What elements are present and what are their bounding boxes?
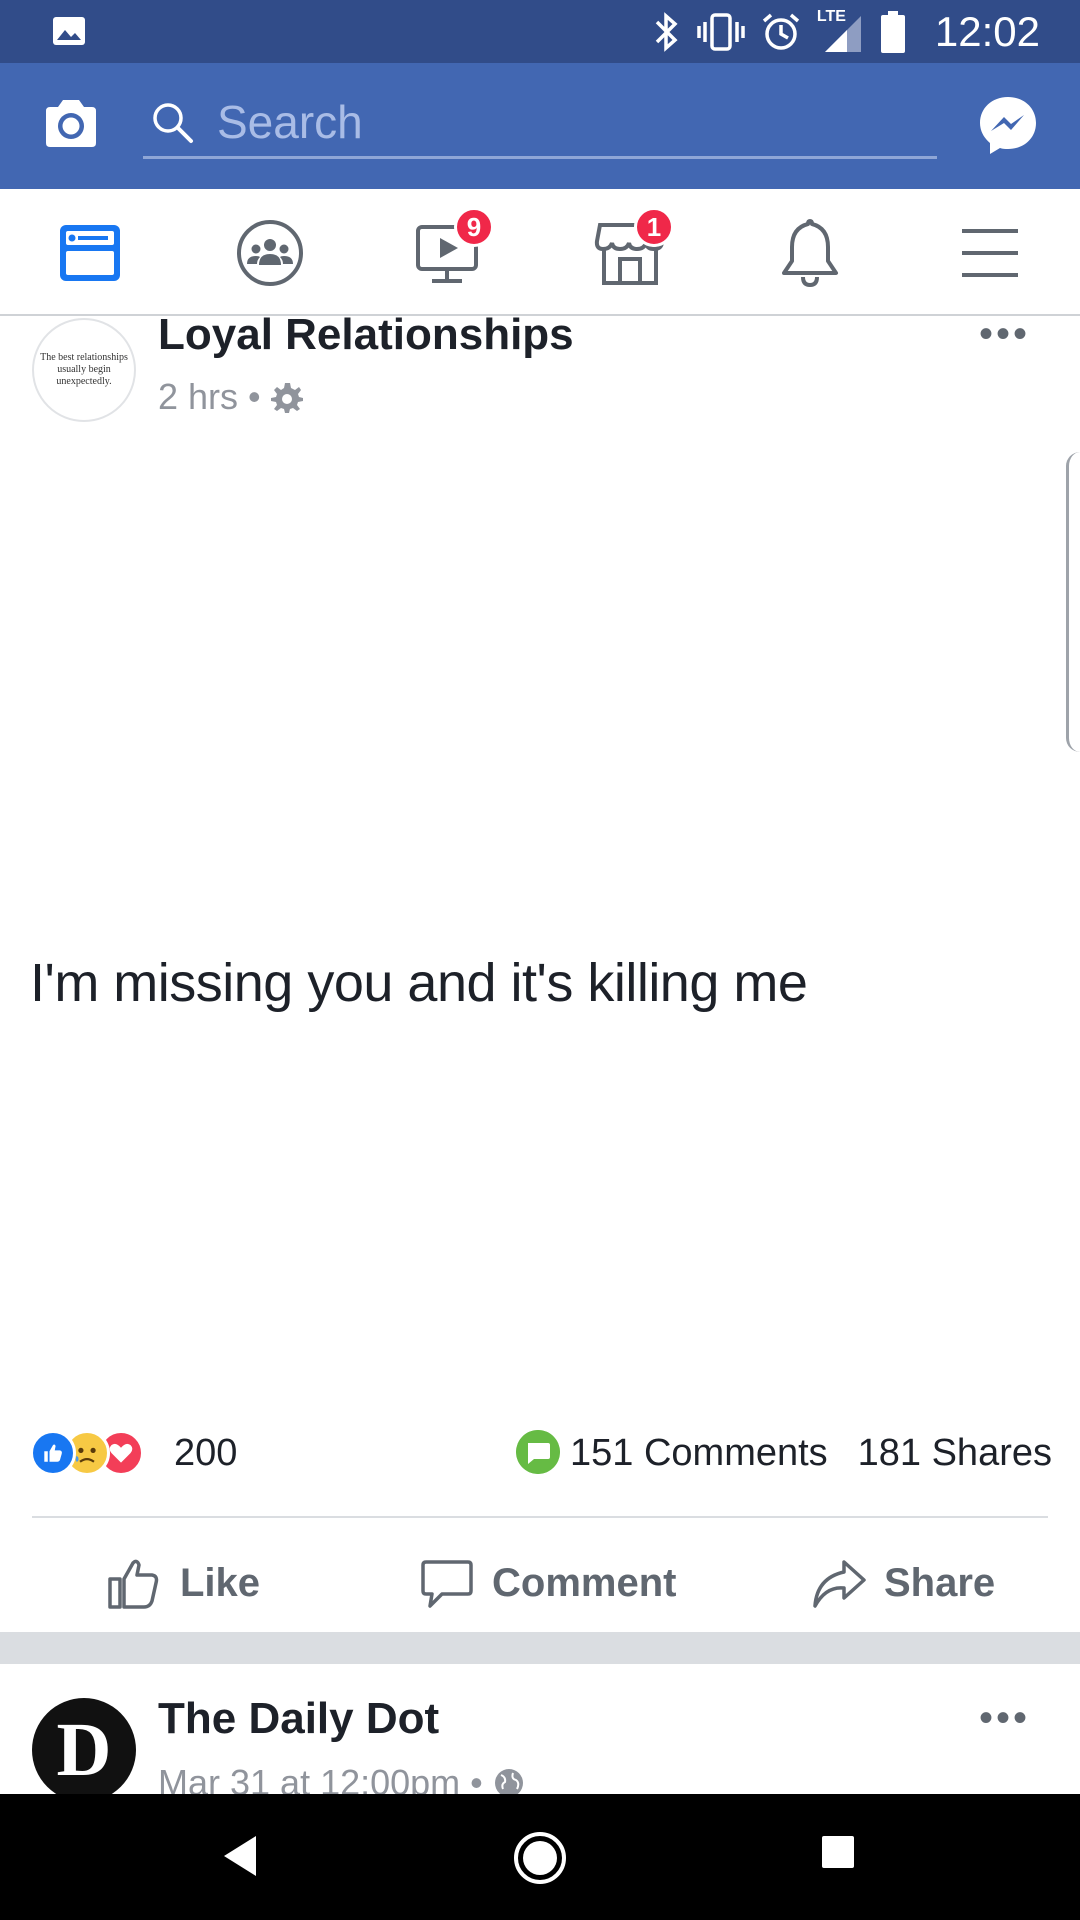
bell-icon[interactable]	[772, 215, 848, 291]
newsfeed-icon[interactable]	[52, 215, 128, 291]
reactions-bar: 200 151 Comments 181 Shares	[30, 1430, 1052, 1490]
marketplace-badge: 1	[634, 207, 674, 247]
post-meta: 2 hrs •	[158, 376, 303, 418]
scroll-indicator	[1066, 452, 1080, 752]
feed-post: The best relationships usually begin une…	[0, 310, 1080, 1632]
post-meta: Mar 31 at 12:00pm •	[158, 1762, 525, 1794]
comment-button[interactable]: Comment	[420, 1548, 676, 1618]
separator-dot: •	[470, 1762, 483, 1794]
more-options-icon[interactable]: •••	[979, 1698, 1030, 1738]
avatar-text: The best relationships usually begin une…	[40, 352, 128, 387]
recents-icon[interactable]	[820, 1834, 856, 1870]
thumbs-up-icon	[108, 1559, 159, 1609]
messenger-icon[interactable]	[976, 93, 1040, 157]
tab-watch[interactable]: 9	[412, 207, 494, 291]
more-options-icon[interactable]: •••	[979, 314, 1030, 354]
clock: 12:02	[934, 8, 1040, 55]
top-bar: Search	[0, 63, 1080, 189]
status-bar: LTE 12:02	[0, 0, 1080, 63]
like-button[interactable]: Like	[106, 1548, 260, 1618]
camera-icon[interactable]	[40, 93, 102, 155]
comment-label: Comment	[492, 1560, 677, 1605]
android-nav-bar	[0, 1794, 1080, 1920]
post-time[interactable]: 2 hrs	[158, 376, 238, 418]
reaction-icons[interactable]	[30, 1430, 160, 1480]
back-icon[interactable]	[220, 1834, 260, 1878]
page-avatar[interactable]: The best relationships usually begin une…	[32, 318, 136, 422]
page-avatar[interactable]: D	[32, 1698, 136, 1794]
share-button[interactable]: Share	[812, 1548, 995, 1618]
image-icon	[53, 17, 85, 45]
comment-count[interactable]: 151 Comments	[570, 1432, 828, 1475]
alarm-icon	[762, 13, 800, 50]
gear-icon	[270, 383, 303, 413]
feed-post: D The Daily Dot Mar 31 at 12:00pm • •••	[0, 1664, 1080, 1794]
search-icon	[153, 103, 193, 143]
bluetooth-icon	[655, 12, 678, 52]
post-actions: Like Comment Share	[0, 1538, 1080, 1628]
battery-icon	[880, 11, 905, 53]
page-name[interactable]: Loyal Relationships	[158, 310, 574, 360]
post-time[interactable]: Mar 31 at 12:00pm	[158, 1762, 460, 1794]
home-icon[interactable]	[512, 1830, 568, 1886]
groups-icon[interactable]	[232, 215, 308, 291]
tab-marketplace[interactable]: 1	[592, 207, 674, 291]
like-reaction-icon	[30, 1430, 76, 1476]
share-count[interactable]: 181 Shares	[858, 1432, 1052, 1475]
signal-icon: LTE	[817, 8, 865, 54]
reaction-count[interactable]: 200	[174, 1432, 237, 1475]
feed-separator	[0, 1632, 1080, 1664]
share-label: Share	[884, 1560, 996, 1605]
like-label: Like	[180, 1560, 261, 1605]
post-text: I'm missing you and it's killing me	[30, 953, 808, 1013]
hamburger-icon[interactable]	[952, 215, 1028, 291]
search-placeholder: Search	[217, 96, 363, 148]
divider	[32, 1516, 1048, 1518]
watch-badge: 9	[454, 207, 494, 247]
comment-icon	[421, 1560, 473, 1608]
search-input[interactable]: Search	[143, 91, 937, 159]
page-name[interactable]: The Daily Dot	[158, 1694, 439, 1744]
globe-icon	[494, 1769, 523, 1794]
comment-count-icon	[516, 1430, 560, 1474]
share-arrow-icon	[813, 1560, 866, 1608]
vibrate-icon	[697, 13, 745, 51]
separator-dot: •	[248, 376, 261, 417]
nav-tabs: 9 1	[0, 189, 1080, 316]
